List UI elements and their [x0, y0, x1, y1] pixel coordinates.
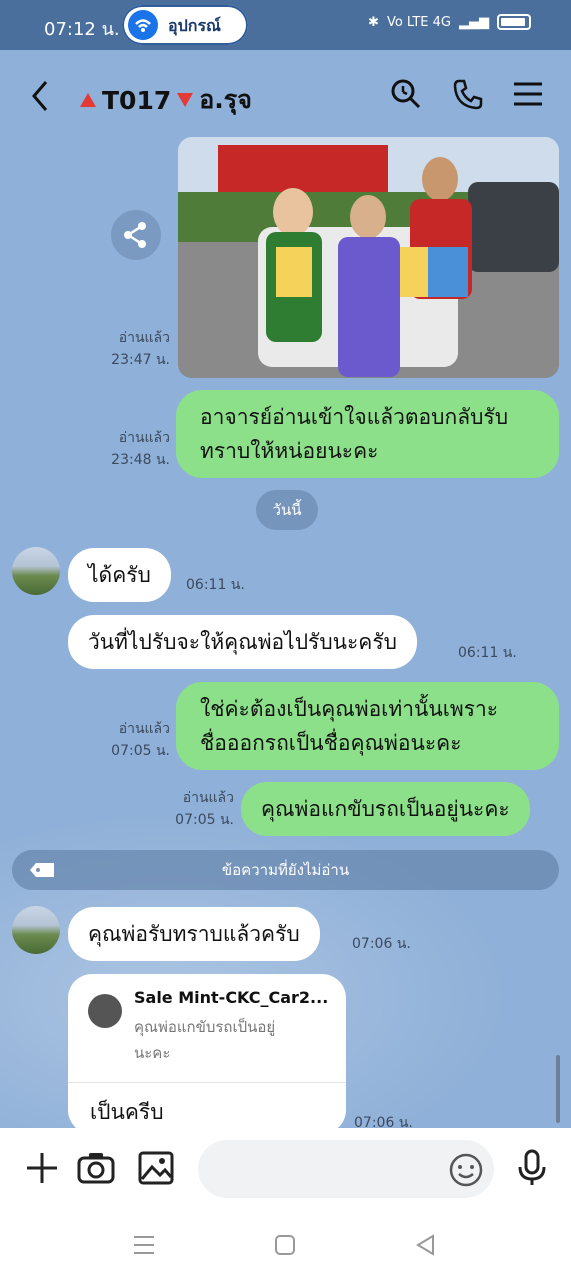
message-time: 07:06 น.: [352, 936, 411, 952]
quoted-line: คุณพ่อแกขับรถเป็นอยู่: [134, 1018, 276, 1036]
read-receipt: อ่านแล้ว: [182, 790, 234, 806]
message-meta: อ่านแล้ว 07:05 น.: [160, 787, 234, 831]
message-meta: อ่านแล้ว 23:48 น.: [100, 427, 170, 471]
network-label: Vo LTE 4G: [386, 14, 451, 30]
status-pill[interactable]: อุปกรณ์: [122, 5, 248, 45]
menu-icon[interactable]: [510, 76, 546, 112]
message-time: 07:05 น.: [111, 743, 170, 759]
message-time: 07:05 น.: [175, 812, 234, 828]
message-time: 23:48 น.: [111, 452, 170, 468]
camera-icon[interactable]: [76, 1148, 116, 1188]
chat-title-name: อ.รุจ: [199, 85, 252, 114]
message-bubble-outgoing[interactable]: อาจารย์อ่านเข้าใจแล้วตอบกลับรับ ทราบให้ห…: [176, 390, 559, 478]
unread-label: ข้อความที่ยังไม่อ่าน: [221, 861, 350, 879]
phone-icon[interactable]: [450, 76, 486, 112]
scrollbar[interactable]: [556, 1055, 560, 1123]
pill-label: อุปกรณ์: [168, 16, 221, 35]
plus-icon[interactable]: [22, 1148, 62, 1188]
message-text-line: ใช่ค่ะต้องเป็นคุณพ่อเท่านั้นเพราะ: [200, 697, 499, 721]
chat-header: T017 อ.รุจ: [0, 50, 571, 140]
wifi-connect-icon: [128, 10, 158, 40]
tag-icon: [30, 863, 54, 877]
quoted-message: คุณพ่อแกขับรถเป็นอยู่ นะคะ: [134, 1014, 334, 1066]
input-bar: [0, 1128, 571, 1210]
back-nav-icon[interactable]: [413, 1232, 439, 1258]
share-icon[interactable]: [111, 210, 161, 260]
mic-icon[interactable]: [512, 1148, 552, 1188]
message-meta: อ่านแล้ว 07:05 น.: [100, 718, 170, 762]
message-text-line: อาจารย์อ่านเข้าใจแล้วตอบกลับรับ: [200, 405, 509, 429]
status-bar: 07:12 น. อุปกรณ์ ✱ Vo LTE 4G ▂▄▆: [0, 0, 571, 50]
message-text-line: ทราบให้หน่อยนะคะ: [200, 439, 379, 463]
photo-meta: อ่านแล้ว 23:47 น.: [100, 327, 170, 371]
reply-text: เป็นครีบ: [90, 1100, 164, 1124]
reply-message-card[interactable]: Sale Mint-CKC_Car2... คุณพ่อแกขับรถเป็นอ…: [68, 974, 346, 1134]
divider: [68, 1082, 346, 1083]
message-time: 06:11 น.: [186, 577, 245, 593]
red-triangle-down-icon: [177, 93, 194, 107]
message-time: 06:11 น.: [458, 645, 517, 661]
status-time: 07:12 น.: [44, 19, 120, 40]
message-bubble-incoming[interactable]: คุณพ่อรับทราบแล้วครับ: [68, 907, 320, 961]
quoted-line: นะคะ: [134, 1044, 171, 1062]
status-icons: ✱ Vo LTE 4G ▂▄▆: [368, 14, 531, 30]
read-receipt: อ่านแล้ว: [118, 430, 170, 446]
battery-icon: [497, 14, 531, 30]
message-bubble-incoming[interactable]: ได้ครับ: [68, 548, 171, 602]
read-receipt: อ่านแล้ว: [118, 721, 170, 737]
avatar[interactable]: [12, 547, 60, 595]
message-bubble-incoming[interactable]: วันที่ไปรับจะให้คุณพ่อไปรับนะครับ: [68, 615, 417, 669]
photo-message[interactable]: [178, 137, 559, 378]
quoted-sender-name: Sale Mint-CKC_Car2...: [134, 988, 329, 1007]
back-icon[interactable]: [26, 76, 56, 116]
message-bubble-outgoing[interactable]: ใช่ค่ะต้องเป็นคุณพ่อเท่านั้นเพราะ ชื่อออ…: [176, 682, 559, 770]
red-triangle-up-icon: [80, 93, 96, 107]
system-nav-bar: [0, 1210, 571, 1280]
home-icon[interactable]: [272, 1232, 298, 1258]
signal-icon: ▂▄▆: [459, 14, 489, 30]
recents-icon[interactable]: [131, 1232, 157, 1258]
message-time: 23:47 น.: [111, 352, 170, 368]
unread-messages-divider: ข้อความที่ยังไม่อ่าน: [12, 850, 559, 890]
message-bubble-outgoing[interactable]: คุณพ่อแกขับรถเป็นอยู่นะคะ: [241, 782, 530, 836]
emoji-icon[interactable]: [446, 1150, 486, 1190]
date-separator: วันนี้: [256, 490, 318, 530]
chat-title-code: T017: [102, 85, 172, 115]
quoted-avatar: [88, 994, 122, 1028]
bluetooth-icon: ✱: [368, 14, 379, 30]
chat-title: T017 อ.รุจ: [80, 80, 252, 120]
message-text-line: ชื่อออกรถเป็นชื่อคุณพ่อนะคะ: [200, 731, 462, 755]
read-receipt: อ่านแล้ว: [118, 330, 170, 346]
search-icon[interactable]: [388, 76, 424, 112]
image-icon[interactable]: [136, 1148, 176, 1188]
avatar[interactable]: [12, 906, 60, 954]
